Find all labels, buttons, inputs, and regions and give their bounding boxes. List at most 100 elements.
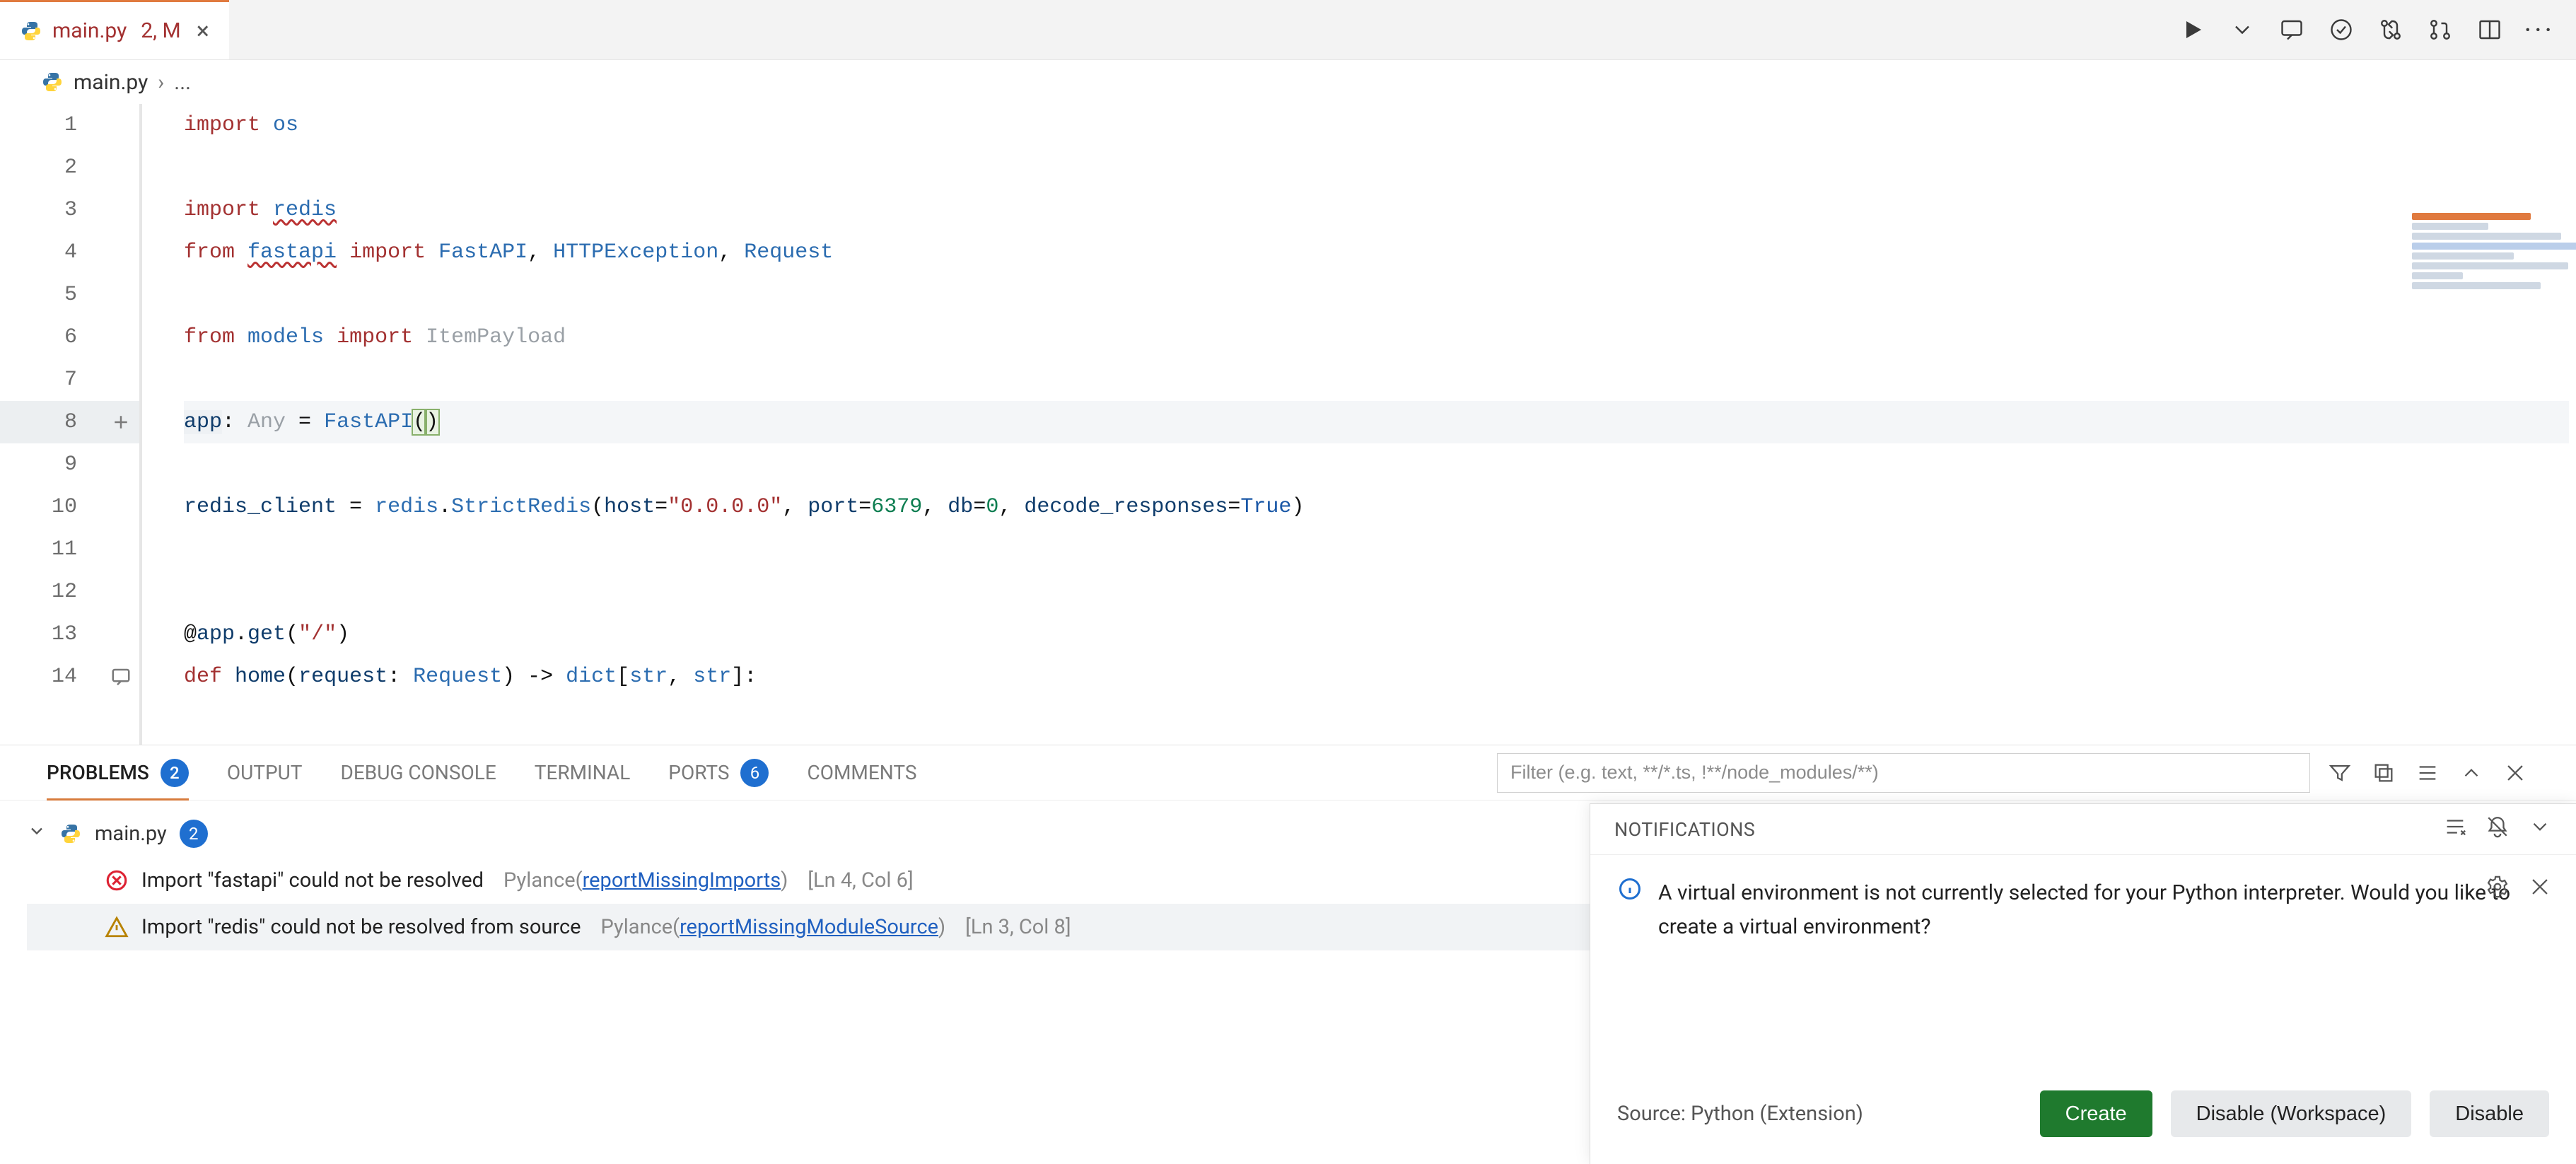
code-line[interactable]: def home(request: Request) -> dict[str, … [184,656,2569,698]
problem-message: Import "redis" could not be resolved fro… [141,915,581,939]
notification-message: A virtual environment is not currently s… [1658,876,2549,944]
notification-footer: Source: Python (Extension) Create Disabl… [1590,1090,2576,1164]
line-number: 12 [0,571,103,613]
code-line[interactable] [184,359,2569,401]
run-icon[interactable] [2178,15,2208,45]
code-line[interactable] [184,571,2569,613]
line-number: 7 [0,359,103,401]
code-line[interactable]: redis_client = redis.StrictRedis(host="0… [184,486,2569,528]
tab-comments-label: COMMENTS [807,761,916,784]
line-number-gutter: 1234567891011121314 [0,104,103,698]
problem-location: [Ln 3, Col 8] [965,915,1071,939]
code-line[interactable] [184,274,2569,316]
warning-icon [105,915,129,939]
panel-chevron-up-icon[interactable] [2457,759,2485,787]
tab-problems[interactable]: PROBLEMS 2 [47,745,189,800]
line-number: 5 [0,274,103,316]
disable-workspace-button[interactable]: Disable (Workspace) [2171,1090,2412,1137]
comment-icon[interactable] [2277,15,2307,45]
gear-icon[interactable] [2485,875,2510,904]
notifications-chevron-down-icon[interactable] [2528,815,2552,844]
python-file-icon [20,20,42,42]
git-compare-icon[interactable] [2376,15,2406,45]
code-line[interactable]: from models import ItemPayload [184,316,2569,359]
notifications-title: NOTIFICATIONS [1614,818,1755,841]
line-number: 2 [0,146,103,189]
tab-output[interactable]: OUTPUT [227,745,303,800]
code-lines[interactable]: import os import redisfrom fastapi import… [184,104,2569,698]
glyph-empty [103,613,139,656]
tab-problems-label: PROBLEMS [47,761,149,784]
run-chevron-icon[interactable] [2227,15,2257,45]
disable-button[interactable]: Disable [2430,1090,2549,1137]
problems-count-badge: 2 [161,759,189,787]
problem-location: [Ln 4, Col 6] [808,868,913,892]
code-line[interactable]: @app.get("/") [184,613,2569,656]
glyph-empty [103,189,139,231]
error-icon [105,868,129,892]
clear-all-icon[interactable] [2443,815,2467,844]
tab-output-label: OUTPUT [227,761,303,784]
more-icon[interactable]: ··· [2524,13,2555,47]
line-number: 11 [0,528,103,571]
breadcrumb-file: main.py [74,70,148,95]
line-number: 10 [0,486,103,528]
glyph-empty [103,571,139,613]
glyph-empty [103,486,139,528]
tab-comments[interactable]: COMMENTS [807,745,916,800]
ports-count-badge: 6 [740,759,769,787]
plus-glyph-icon[interactable] [103,401,139,443]
chevron-down-icon [27,821,47,846]
view-as-list-icon[interactable] [2413,759,2442,787]
check-circle-icon[interactable] [2326,15,2356,45]
problem-source-link[interactable]: reportMissingModuleSource [680,915,938,939]
problem-source-link[interactable]: reportMissingImports [583,868,781,892]
glyph-empty [103,231,139,274]
tab-debug-console[interactable]: DEBUG CONSOLE [341,745,496,800]
create-button[interactable]: Create [2040,1090,2152,1137]
tab-main-py[interactable]: main.py 2, M × [0,0,229,59]
code-line[interactable]: app: Any = FastAPI() [184,401,2569,443]
panel-filter-group [1497,753,2529,793]
code-line[interactable]: import redis [184,189,2569,231]
git-pr-icon[interactable] [2425,15,2455,45]
tab-ports-label: PORTS [668,761,729,784]
problem-source: Pylance(reportMissingModuleSource) [601,915,946,939]
breadcrumb-sep-icon: › [158,70,164,95]
split-editor-icon[interactable] [2475,15,2505,45]
problems-file-name: main.py [95,822,167,846]
glyph-empty [103,146,139,189]
filter-icon[interactable] [2326,759,2354,787]
info-icon [1617,876,1643,912]
breadcrumb[interactable]: main.py › ... [0,60,2576,104]
code-line[interactable]: import os [184,104,2569,146]
python-file-icon [59,822,82,845]
problems-filter-input[interactable] [1497,753,2310,793]
editor-toolbar: ··· [2178,13,2555,47]
code-line[interactable] [184,443,2569,486]
line-number: 13 [0,613,103,656]
collapse-files-icon[interactable] [2370,759,2398,787]
comment-glyph-icon[interactable] [103,656,139,698]
code-line[interactable] [184,146,2569,189]
tab-debug-label: DEBUG CONSOLE [341,761,496,784]
minimap[interactable] [2406,210,2576,359]
tab-dirty-meta: 2, M [141,18,180,43]
tab-terminal-label: TERMINAL [535,761,631,784]
panel: PROBLEMS 2 OUTPUT DEBUG CONSOLE TERMINAL… [0,745,2576,1164]
glyph-empty [103,359,139,401]
panel-close-icon[interactable] [2501,759,2529,787]
tab-label: main.py [52,18,127,43]
tab-ports[interactable]: PORTS 6 [668,745,769,800]
panel-tabs: PROBLEMS 2 OUTPUT DEBUG CONSOLE TERMINAL… [0,745,2576,801]
tab-terminal[interactable]: TERMINAL [535,745,631,800]
do-not-disturb-icon[interactable] [2485,815,2510,844]
notification-close-icon[interactable] [2528,875,2552,904]
code-line[interactable]: from fastapi import FastAPI, HTTPExcepti… [184,231,2569,274]
tab-group: main.py 2, M × [0,0,229,59]
code-line[interactable] [184,528,2569,571]
breadcrumb-more: ... [174,70,191,95]
code-editor[interactable]: 1234567891011121314 import osimport redi… [0,104,2576,745]
line-number: 1 [0,104,103,146]
close-icon[interactable]: × [197,17,209,45]
